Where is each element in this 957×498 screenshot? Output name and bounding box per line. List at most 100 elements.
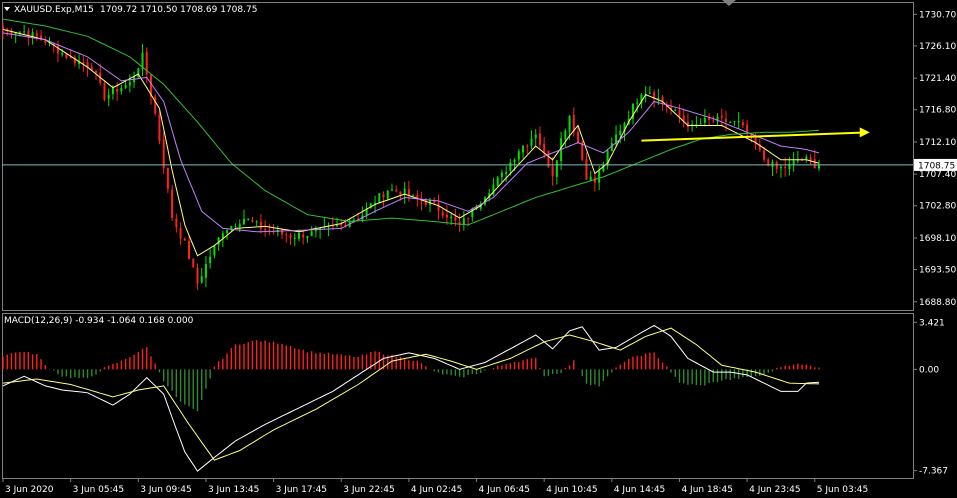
time-tick-label: 5 Jun 03:45 (817, 485, 868, 495)
candle-body (505, 171, 508, 174)
time-tick-label: 4 Jun 23:45 (749, 485, 800, 495)
candle-body (703, 118, 706, 123)
candle-body (564, 130, 567, 140)
time-tick-label: 3 Jun 05:45 (73, 485, 124, 495)
candle-body (500, 172, 503, 178)
candle-body (158, 114, 161, 141)
candle-body (234, 226, 237, 228)
price-tick-label: 1716.80 (919, 106, 956, 116)
candle-body (183, 238, 186, 241)
candle-body (805, 156, 808, 160)
time-tick-label: 4 Jun 02:45 (411, 485, 462, 495)
candle-body (213, 245, 216, 256)
candle-body (209, 256, 212, 264)
chart-background (0, 0, 957, 498)
price-tick-label: 1730.70 (919, 10, 956, 20)
price-tick-label: 1693.50 (919, 266, 956, 276)
candle-body (467, 217, 470, 219)
candle-body (445, 214, 448, 218)
candle-body (437, 203, 440, 211)
candle-body (336, 225, 339, 227)
candle-body (382, 194, 385, 198)
candle-body (107, 94, 110, 99)
candle-body (204, 264, 207, 278)
candle-body (720, 115, 723, 118)
candle-body (111, 87, 114, 95)
candle-body (763, 150, 766, 160)
candle-body (226, 230, 229, 234)
price-tick-label: 1721.40 (919, 74, 956, 84)
candle-body (619, 130, 622, 135)
candle-body (534, 134, 537, 139)
candle-body (598, 170, 601, 183)
candle-body (513, 159, 516, 163)
candle-body (712, 120, 715, 122)
candle[interactable] (171, 185, 174, 221)
candle-body (784, 167, 787, 169)
candle-body (306, 235, 309, 239)
price-tick-label: 1726.10 (919, 42, 956, 52)
candle-body (314, 230, 317, 232)
candle-body (179, 227, 182, 239)
candle-body (200, 276, 203, 283)
candle-body (818, 164, 820, 169)
candle[interactable] (137, 67, 140, 79)
current-price-tag-label: 1708.75 (918, 161, 955, 171)
candle-body (724, 118, 727, 123)
time-tick-label: 4 Jun 10:45 (546, 485, 597, 495)
candle-body (441, 212, 444, 216)
candle-body (407, 189, 410, 196)
symbol-label[interactable]: XAUUSD.Exp,M15 (14, 5, 94, 15)
time-tick-label: 3 Jun 09:45 (140, 485, 191, 495)
candle-body (543, 143, 546, 152)
candle-body (95, 70, 98, 73)
candle[interactable] (496, 175, 499, 187)
price-tick-label: 1707.40 (919, 170, 956, 180)
candle-body (509, 162, 512, 171)
candle[interactable] (192, 258, 195, 268)
candle-body (412, 194, 415, 196)
macd-tick-label: 0.00 (919, 365, 939, 375)
trading-chart[interactable]: 1730.70 1726.10 1721.40 1716.80 1712.10 1707.… (0, 0, 957, 498)
candle-body (289, 234, 292, 238)
candle-body (44, 40, 47, 43)
candle-body (242, 218, 245, 225)
candle[interactable] (378, 193, 381, 203)
candle[interactable] (103, 80, 106, 102)
candle-body (247, 218, 250, 220)
candle-body (462, 218, 465, 225)
candle-body (775, 162, 778, 169)
candle-body (18, 31, 21, 33)
candle-body (699, 123, 702, 125)
candle-body (221, 233, 224, 238)
candle[interactable] (158, 111, 161, 145)
price-tick-label: 1698.10 (919, 234, 956, 244)
candle-body (23, 31, 26, 33)
candle-body (390, 189, 393, 191)
time-tick-label: 3 Jun 2020 (5, 485, 54, 495)
time-tick-label: 4 Jun 18:45 (681, 485, 732, 495)
candle-body (166, 168, 169, 189)
candle-body (238, 224, 241, 228)
price-tick-label: 1688.80 (919, 298, 956, 308)
candle-body (259, 221, 262, 229)
candle-body (386, 190, 389, 199)
candle-body (695, 124, 698, 126)
candle-body (188, 240, 191, 260)
candle[interactable] (154, 94, 157, 116)
candle-body (82, 62, 85, 64)
candle-body (340, 224, 343, 226)
candle-body (103, 83, 106, 100)
candle-body (281, 229, 284, 235)
macd-tick-label: 3.421 (919, 318, 945, 328)
candle-body (530, 138, 533, 146)
time-tick-label: 3 Jun 22:45 (343, 485, 394, 495)
candle-body (678, 110, 681, 117)
candle-body (526, 145, 529, 147)
candle-body (116, 88, 119, 92)
candle-body (399, 191, 402, 196)
macd-label: MACD(12,26,9) -0.934 -1.064 0.168 0.000 (4, 316, 194, 326)
candle-body (792, 160, 795, 166)
candle-body (496, 177, 499, 186)
candle-body (551, 166, 554, 177)
